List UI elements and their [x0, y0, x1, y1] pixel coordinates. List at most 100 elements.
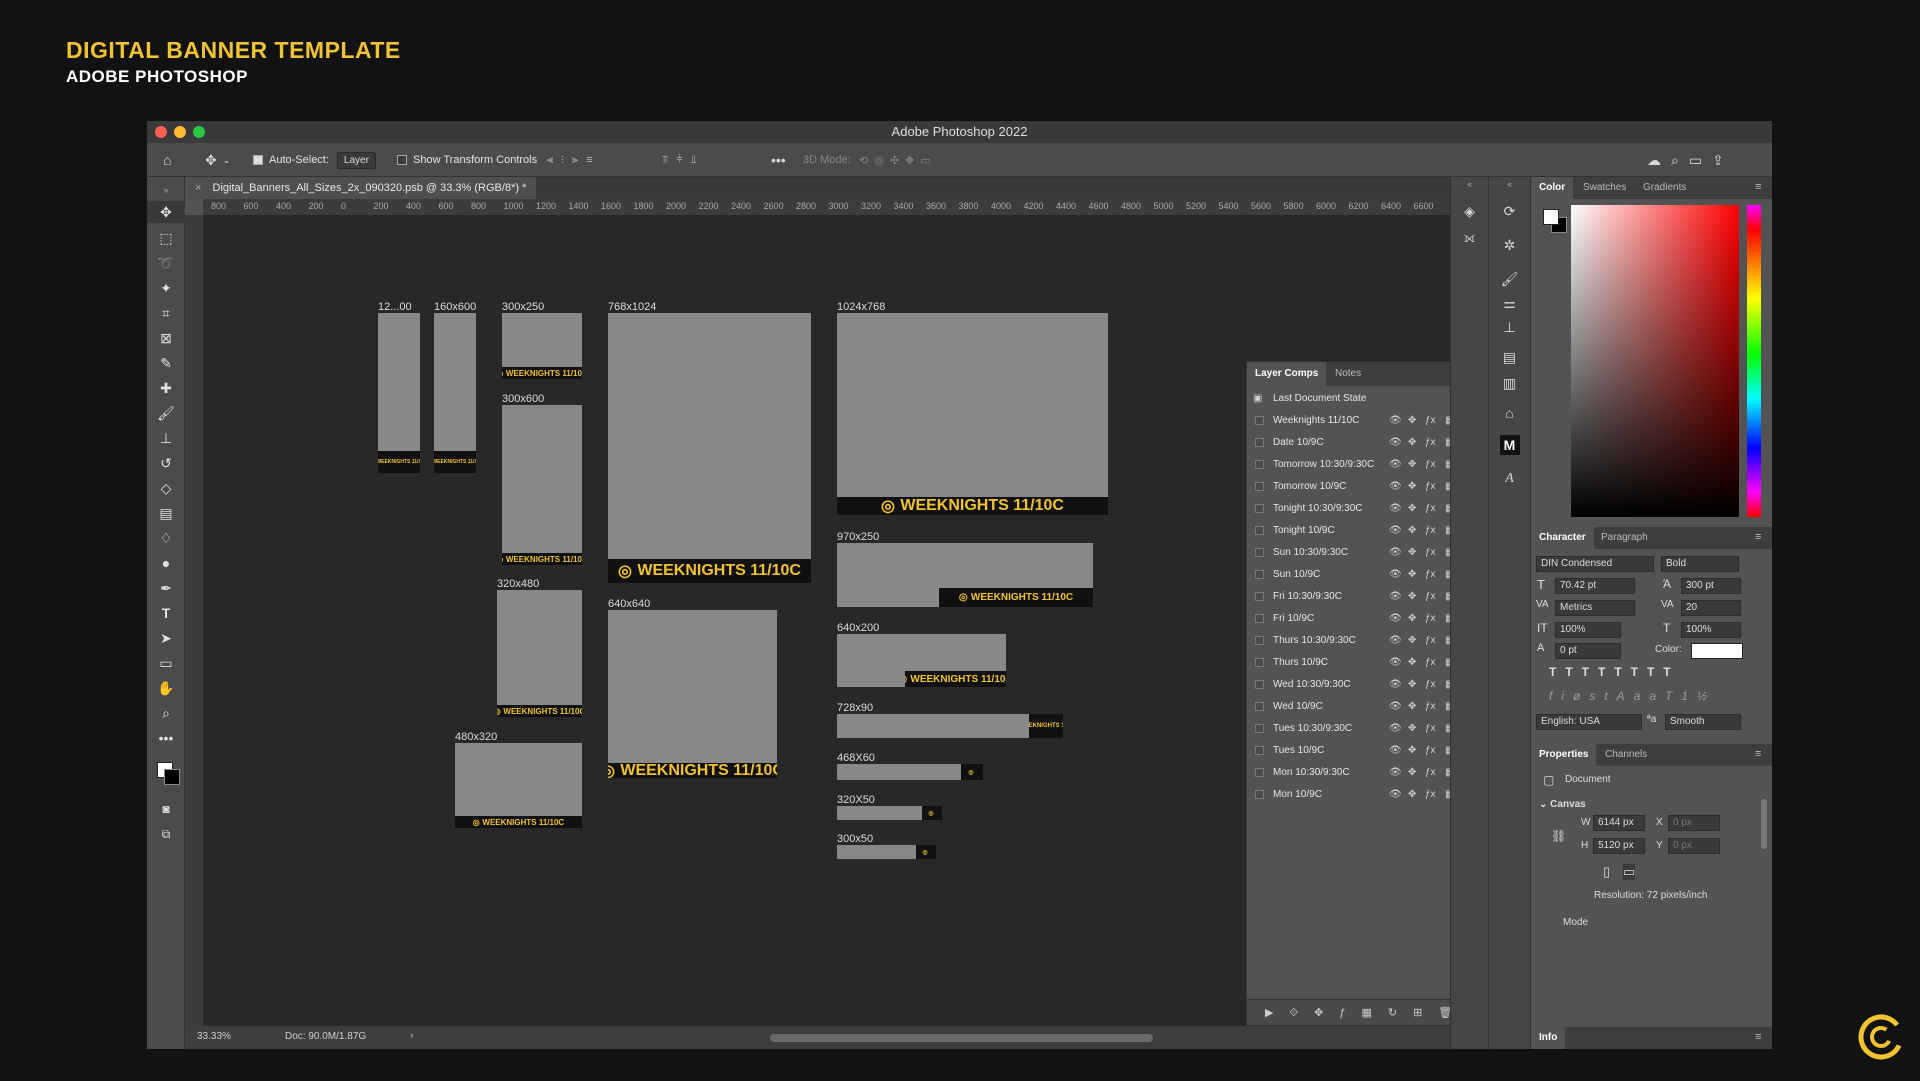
visibility-icon[interactable]: 👁	[1389, 696, 1402, 718]
position-icon[interactable]: ✥	[1408, 696, 1416, 718]
3d-mode-buttons[interactable]: ⟲◎✣✥▭	[859, 143, 937, 177]
edit-toolbar[interactable]: •••	[147, 727, 185, 749]
gradient-tool[interactable]: ▤	[147, 502, 185, 524]
fx-icon[interactable]: ƒx	[1425, 476, 1436, 498]
position-icon[interactable]: ✥	[1408, 718, 1416, 740]
visibility-icon[interactable]: 👁	[1389, 674, 1402, 696]
distribute-buttons[interactable]: ⫪⫩⫫	[662, 143, 705, 177]
visibility-icon[interactable]: 👁	[1389, 718, 1402, 740]
fx-icon[interactable]: ƒx	[1425, 740, 1436, 762]
artboard[interactable]: ◎WEEKNIGHTS 11/10C	[455, 743, 582, 828]
auto-select-dropdown[interactable]: Layer	[336, 151, 376, 169]
font-style-dropdown[interactable]: Bold	[1661, 556, 1739, 572]
screen-mode-tool[interactable]: ⧉	[147, 823, 185, 845]
artboard-label[interactable]: 300x600	[502, 393, 544, 405]
visibility-icon[interactable]: 👁	[1389, 652, 1402, 674]
panel-menu-icon[interactable]: ≡	[1755, 181, 1761, 193]
lasso-tool[interactable]: ➰	[147, 252, 185, 274]
position-icon[interactable]: ✥	[1408, 542, 1416, 564]
position-icon[interactable]: ✥	[1408, 586, 1416, 608]
artboard-label[interactable]: 12...00	[378, 301, 412, 313]
visibility-icon[interactable]: 👁	[1389, 454, 1402, 476]
close-window-button[interactable]	[155, 126, 167, 138]
apply-comp-checkbox[interactable]	[1255, 768, 1264, 777]
fx-icon[interactable]: ƒx	[1425, 586, 1436, 608]
eraser-tool[interactable]: ◇	[147, 477, 185, 499]
visibility-icon[interactable]: 👁	[1389, 586, 1402, 608]
fx-icon[interactable]: ƒx	[1425, 432, 1436, 454]
move-tool-options[interactable]: ✥ ⌄	[205, 143, 230, 177]
apply-comp-checkbox[interactable]	[1255, 790, 1264, 799]
stamp-tool[interactable]: ⊥	[147, 427, 185, 449]
collapse-icon[interactable]: »	[147, 179, 185, 201]
fx-icon[interactable]: ƒx	[1425, 410, 1436, 432]
position-icon[interactable]: ✥	[1408, 652, 1416, 674]
layer-comps-actions[interactable]: ▶⟐✥ƒ▦↻⊞🗑	[1265, 1006, 1468, 1020]
tab-swatches[interactable]: Swatches	[1575, 177, 1634, 199]
artboard[interactable]: ◎WEEKNIGHTS 11/10C	[608, 610, 777, 778]
apply-comp-checkbox[interactable]	[1255, 416, 1264, 425]
pen-tool[interactable]: ✒	[147, 577, 185, 599]
adjustments-panel-button[interactable]: ✲	[1489, 237, 1530, 254]
artboard[interactable]: ◎WEEKNIGHTS 11/10C	[608, 313, 811, 583]
text-style-buttons[interactable]: TTTTTTTT	[1549, 665, 1680, 679]
fx-icon[interactable]: ƒx	[1425, 542, 1436, 564]
tab-info[interactable]: Info	[1531, 1027, 1566, 1049]
fx-icon[interactable]: ƒx	[1425, 520, 1436, 542]
artboard[interactable]: ◎WEEKNIGHTS 11/10C	[378, 313, 420, 473]
apply-comp-checkbox[interactable]	[1255, 570, 1264, 579]
paths-panel-button[interactable]: ⟗	[1451, 229, 1488, 246]
marquee-tool[interactable]: ⬚	[147, 227, 185, 249]
artboard-label[interactable]: 160x600	[434, 301, 476, 313]
background-color-swatch[interactable]	[164, 769, 180, 785]
zoom-tool[interactable]: ⌕	[147, 702, 185, 724]
artboard[interactable]: ◎WEEKNIGHTS 11/10C	[837, 634, 1006, 687]
zoom-level[interactable]: 33.33%	[197, 1031, 231, 1042]
brush-settings-button[interactable]: 🖌	[1489, 271, 1530, 288]
fx-icon[interactable]: ƒx	[1425, 608, 1436, 630]
apply-comp-checkbox[interactable]	[1255, 746, 1264, 755]
fx-icon[interactable]: ƒx	[1425, 498, 1436, 520]
artboard-label[interactable]: 1024x768	[837, 301, 885, 313]
crop-tool[interactable]: ⌗	[147, 302, 185, 324]
visibility-icon[interactable]: 👁	[1389, 564, 1402, 586]
apply-comp-checkbox[interactable]	[1255, 482, 1264, 491]
foreground-color-swatch[interactable]	[1543, 209, 1559, 225]
visibility-icon[interactable]: 👁	[1389, 784, 1402, 806]
tab-properties[interactable]: Properties	[1531, 744, 1597, 766]
auto-select-checkbox[interactable]	[253, 155, 263, 165]
move-tool[interactable]: ✥	[147, 201, 185, 223]
apply-comp-checkbox[interactable]	[1255, 680, 1264, 689]
panel-menu-icon[interactable]: ≡	[1755, 1031, 1761, 1043]
quick-mask-tool[interactable]: ◙	[147, 798, 185, 820]
position-icon[interactable]: ✥	[1408, 740, 1416, 762]
visibility-icon[interactable]: 👁	[1389, 762, 1402, 784]
more-options-button[interactable]: •••	[771, 143, 786, 177]
artboard-label[interactable]: 970x250	[837, 531, 879, 543]
apply-comp-checkbox[interactable]	[1255, 702, 1264, 711]
artboard[interactable]: ◎	[837, 764, 983, 780]
artboard[interactable]: ◎	[837, 806, 942, 820]
position-icon[interactable]: ✥	[1408, 630, 1416, 652]
character-styles-button[interactable]: ▤	[1489, 349, 1530, 366]
tab-channels[interactable]: Channels	[1597, 744, 1655, 766]
hand-tool[interactable]: ✋	[147, 677, 185, 699]
fx-icon[interactable]: ƒx	[1425, 454, 1436, 476]
language-dropdown[interactable]: English: USA	[1536, 714, 1642, 730]
canvas-y-field[interactable]: 0 px	[1668, 838, 1720, 854]
artboard[interactable]: ◎WEEKNIGHTS 11/10C	[837, 543, 1093, 607]
close-tab-icon[interactable]: ×	[195, 182, 201, 194]
zoom-window-button[interactable]	[193, 126, 205, 138]
position-icon[interactable]: ✥	[1408, 476, 1416, 498]
minimize-window-button[interactable]	[174, 126, 186, 138]
magic-wand-tool[interactable]: ✦	[147, 277, 185, 299]
fx-icon[interactable]: ƒx	[1425, 630, 1436, 652]
visibility-icon[interactable]: 👁	[1389, 520, 1402, 542]
rectangle-tool[interactable]: ▭	[147, 652, 185, 674]
artboard-label[interactable]: 640x640	[608, 598, 650, 610]
history-panel-button[interactable]: ⟳	[1489, 203, 1530, 220]
properties-settings-button[interactable]: ⚌	[1489, 295, 1530, 312]
canvas-height-field[interactable]: 5120 px	[1593, 838, 1645, 854]
apply-comp-checkbox[interactable]	[1255, 658, 1264, 667]
canvas-section-toggle[interactable]: ⌄ Canvas	[1539, 799, 1586, 810]
